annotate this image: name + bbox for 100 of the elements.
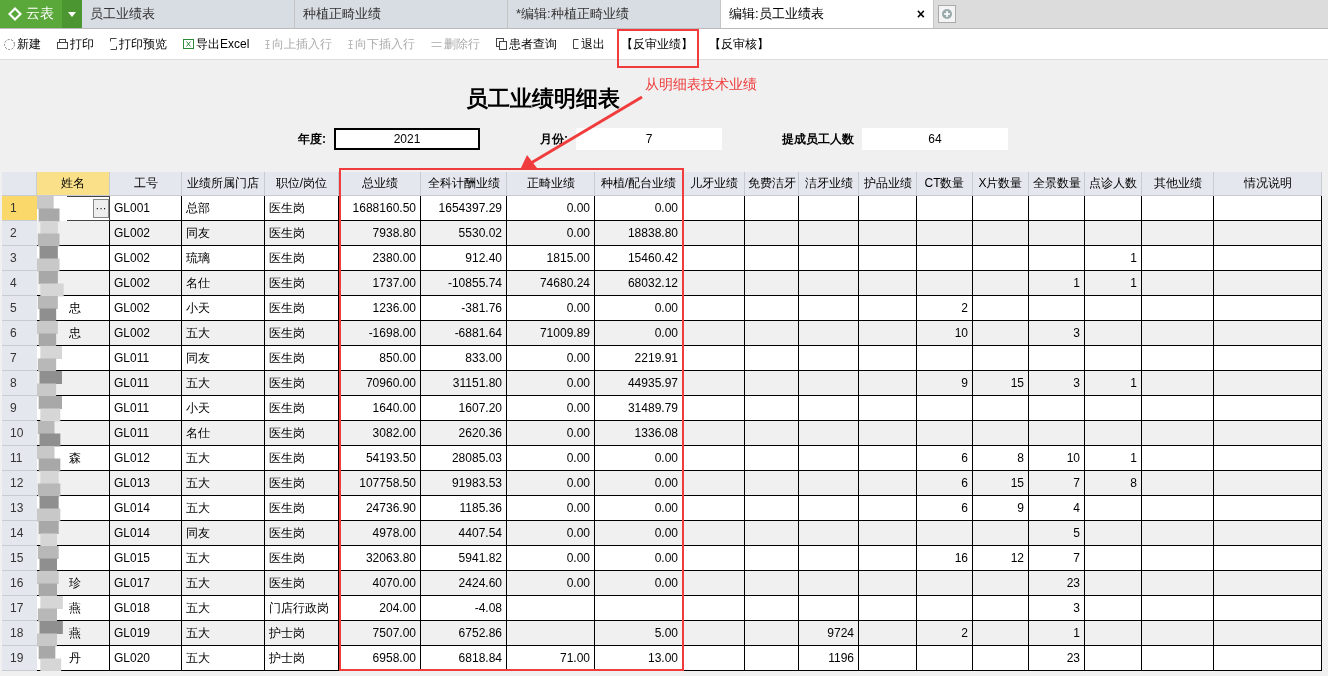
- table-cell: 2219.91: [595, 346, 683, 371]
- tab[interactable]: 编辑:员工业绩表 ×: [721, 0, 934, 28]
- table-cell: 0.00: [507, 396, 595, 421]
- table-cell: [1029, 421, 1085, 446]
- row-number: 18: [2, 621, 37, 646]
- table-cell: 10: [917, 321, 973, 346]
- table-cell: [1142, 396, 1214, 421]
- toolbar-button[interactable]: 退出: [571, 35, 608, 53]
- column-header[interactable]: 职位/岗位: [265, 172, 339, 196]
- table-cell: [683, 621, 745, 646]
- annotation-text: 从明细表技术业绩: [645, 76, 757, 94]
- table-cell: 医生岗: [265, 271, 339, 296]
- table-cell: 医生岗: [265, 246, 339, 271]
- toolbar-button[interactable]: 【反审核】: [707, 35, 772, 53]
- column-header[interactable]: 点诊人数: [1085, 172, 1142, 196]
- table-cell: [859, 221, 917, 246]
- tab[interactable]: 种植正畸业绩: [295, 0, 508, 28]
- table-cell: [1029, 346, 1085, 371]
- column-header[interactable]: 业绩所属门店: [182, 172, 265, 196]
- table-cell: 1607.20: [421, 396, 507, 421]
- table-cell: 五大: [182, 571, 265, 596]
- table-cell: [859, 446, 917, 471]
- table-cell: 24736.90: [339, 496, 421, 521]
- table-cell: 12: [973, 546, 1029, 571]
- table-cell: GL013: [110, 471, 182, 496]
- table-cell: [1029, 296, 1085, 321]
- table-cell: 9: [917, 371, 973, 396]
- toolbar-button[interactable]: 患者查询: [494, 35, 560, 53]
- column-header[interactable]: 洁牙业绩: [799, 172, 859, 196]
- toolbar-button[interactable]: 【反审业绩】: [619, 35, 696, 53]
- column-header[interactable]: 儿牙业绩: [683, 172, 745, 196]
- table-cell: 0.00: [507, 296, 595, 321]
- ellipsis-button[interactable]: ···: [93, 199, 109, 218]
- table-cell: [745, 621, 799, 646]
- toolbar-button[interactable]: 导出Excel: [181, 35, 252, 53]
- dropdown-button[interactable]: [62, 0, 82, 28]
- table-cell: [683, 571, 745, 596]
- column-header[interactable]: 护品业绩: [859, 172, 917, 196]
- table-cell: [859, 571, 917, 596]
- input-field[interactable]: 64: [862, 128, 1008, 150]
- table-cell: 1: [1085, 271, 1142, 296]
- table-cell: GL011: [110, 371, 182, 396]
- table-cell: 3: [1029, 321, 1085, 346]
- header-corner[interactable]: [2, 172, 37, 196]
- table-cell: 0.00: [595, 446, 683, 471]
- table-cell: 门店行政岗: [265, 596, 339, 621]
- table-cell: 五大: [182, 496, 265, 521]
- column-header[interactable]: 工号: [110, 172, 182, 196]
- column-header[interactable]: 种植/配台业绩: [595, 172, 683, 196]
- column-header[interactable]: 全景数量: [1029, 172, 1085, 196]
- table-cell: [799, 246, 859, 271]
- toolbar-button[interactable]: 新建: [2, 35, 43, 53]
- table-cell: 医生岗: [265, 346, 339, 371]
- table-cell: 小天: [182, 396, 265, 421]
- tab[interactable]: *编辑:种植正畸业绩: [508, 0, 721, 28]
- input-field[interactable]: 2021: [334, 128, 480, 150]
- close-button[interactable]: ×: [916, 6, 925, 22]
- tab-label: *编辑:种植正畸业绩: [516, 5, 629, 23]
- table-cell: 医生岗: [265, 446, 339, 471]
- column-header[interactable]: 全科计酬业绩: [421, 172, 507, 196]
- table-cell: 107758.50: [339, 471, 421, 496]
- door-icon: [573, 39, 580, 49]
- table-cell: 五大: [182, 646, 265, 671]
- table-cell: 15: [973, 371, 1029, 396]
- table-cell: 6818.84: [421, 646, 507, 671]
- column-header[interactable]: 总业绩: [339, 172, 421, 196]
- table-cell: 8: [973, 446, 1029, 471]
- table-cell: 1236.00: [339, 296, 421, 321]
- column-header[interactable]: 免费洁牙: [745, 172, 799, 196]
- column-header[interactable]: 其他业绩: [1142, 172, 1214, 196]
- table-cell: 0.00: [507, 571, 595, 596]
- column-header[interactable]: CT数量: [917, 172, 973, 196]
- add-tab-button[interactable]: [938, 5, 956, 23]
- table-cell: [1085, 546, 1142, 571]
- row-number: 4: [2, 271, 37, 296]
- table-cell: 7507.00: [339, 621, 421, 646]
- table-cell: [859, 246, 917, 271]
- new-file-icon: [4, 38, 15, 50]
- table-cell: [859, 596, 917, 621]
- table-cell: 同友: [182, 521, 265, 546]
- table-cell: 71.00: [507, 646, 595, 671]
- table-cell: [1085, 196, 1142, 221]
- tab[interactable]: 员工业绩表: [82, 0, 295, 28]
- column-header[interactable]: 情况说明: [1214, 172, 1322, 196]
- table-cell: [973, 346, 1029, 371]
- table-cell: 五大: [182, 321, 265, 346]
- input-field[interactable]: 7: [576, 128, 722, 150]
- row-number: 12: [2, 471, 37, 496]
- column-header[interactable]: X片数量: [973, 172, 1029, 196]
- table-cell: 1737.00: [339, 271, 421, 296]
- table-cell: 0.00: [507, 471, 595, 496]
- table-cell: 4070.00: [339, 571, 421, 596]
- table-cell: 2: [917, 621, 973, 646]
- table-cell: 31489.79: [595, 396, 683, 421]
- toolbar-button[interactable]: 打印: [55, 35, 96, 53]
- table-cell: 6958.00: [339, 646, 421, 671]
- cell-editor[interactable]: ···: [67, 196, 110, 221]
- column-header[interactable]: 正畸业绩: [507, 172, 595, 196]
- column-header[interactable]: 姓名: [37, 172, 110, 196]
- toolbar-button[interactable]: 打印预览: [108, 35, 169, 53]
